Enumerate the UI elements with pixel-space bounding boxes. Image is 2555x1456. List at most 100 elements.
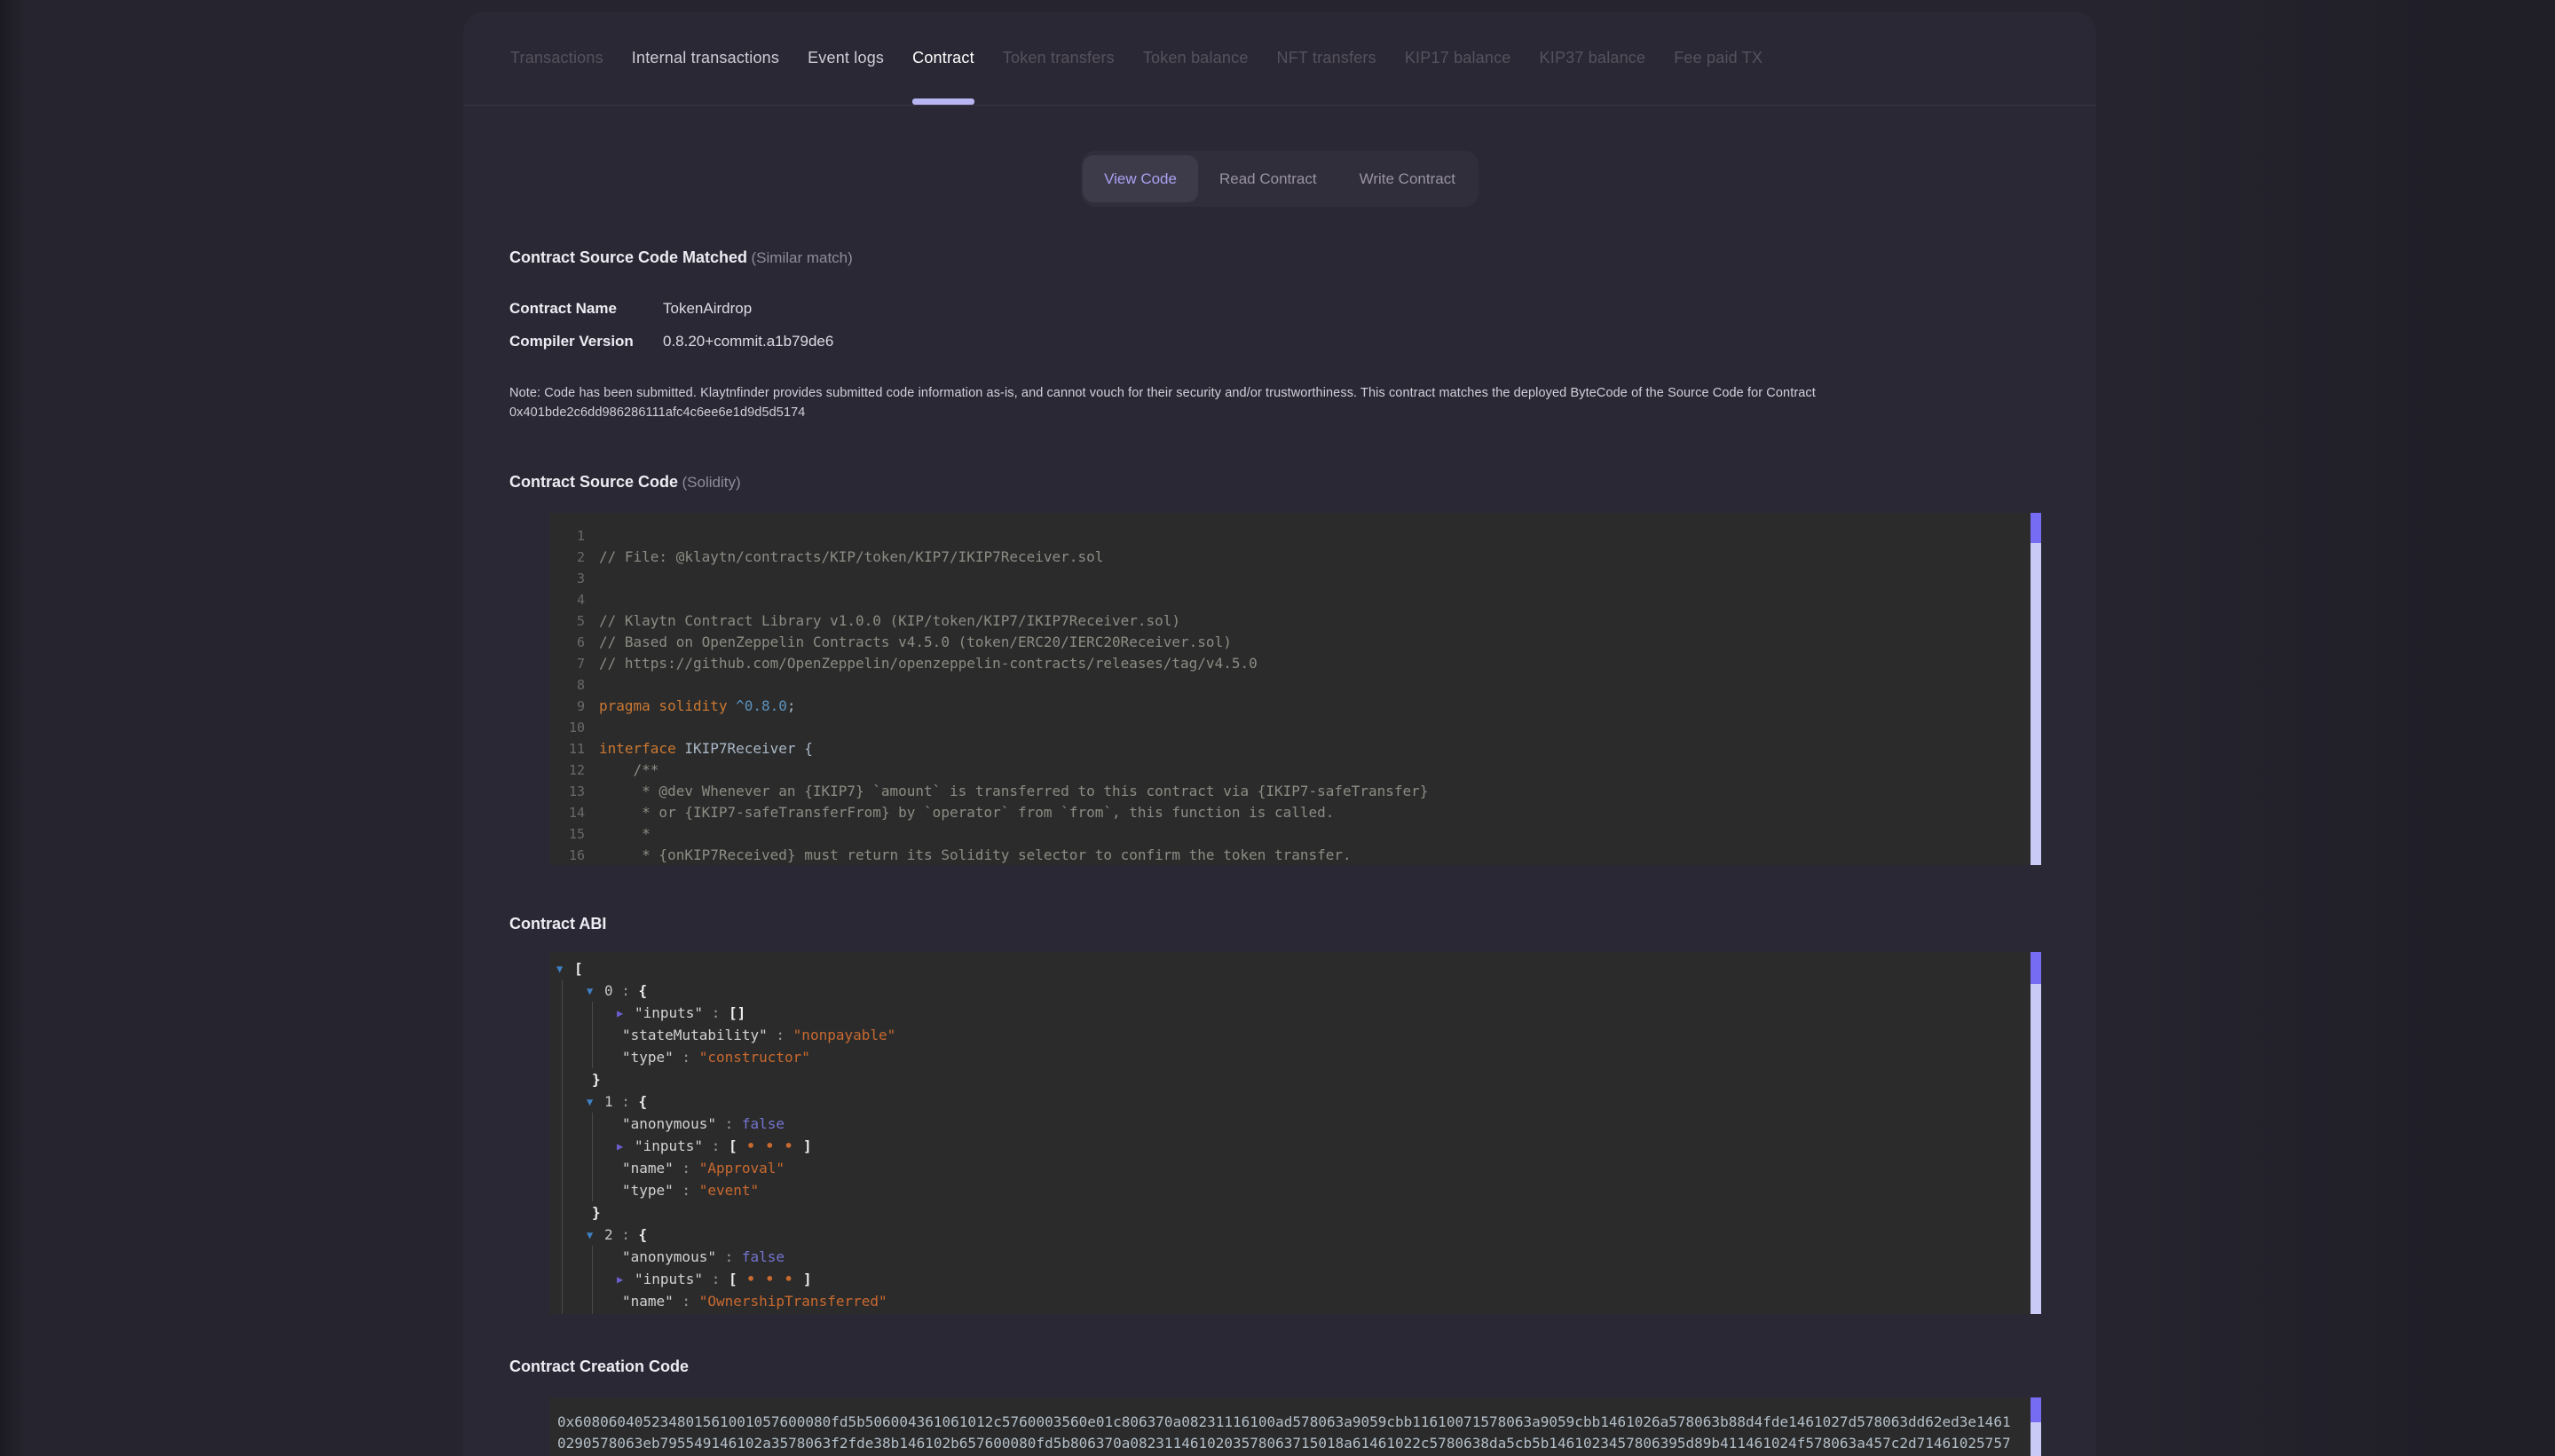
indent-guide <box>592 1312 622 1314</box>
abi-row: "anonymous" : false <box>562 1113 2041 1135</box>
code-line: 6// Based on OpenZeppelin Contracts v4.5… <box>560 632 2041 653</box>
abi-row: } <box>562 1201 2041 1224</box>
abi-row-text: "name" : "OwnershipTransferred" <box>622 1293 887 1310</box>
expander-right-icon[interactable]: ▶ <box>617 1007 635 1019</box>
note-address: 0x401bde2c6dd986286111afc4c6ee6e1d9d5d51… <box>509 405 805 420</box>
tab-bar: Transactions Internal transactions Event l… <box>463 12 2096 105</box>
indent-guide <box>592 1157 622 1179</box>
abi-row-text: "anonymous" : false <box>622 1248 785 1265</box>
contract-content: Contract Source Code Matched (Similar ma… <box>463 248 2096 1456</box>
indent-guide <box>562 1135 592 1157</box>
abi-row: ▼[ <box>562 957 2041 980</box>
abi-row-text: 1 : { <box>604 1093 647 1110</box>
code-subtabs: View CodeRead ContractWrite Contract <box>1081 151 1479 207</box>
indent-guide <box>592 1046 622 1068</box>
indent-guide <box>562 1312 592 1314</box>
compiler-version-value: 0.8.20+commit.a1b79de6 <box>663 333 833 350</box>
abi-row: ▼1 : { <box>562 1090 2041 1113</box>
line-number: 5 <box>560 610 585 632</box>
line-text: // https://github.com/OpenZeppelin/openz… <box>599 653 1258 674</box>
indent-guide <box>592 1246 622 1268</box>
source-code-block[interactable]: 12 // File: @klaytn/contracts/KIP/token/K… <box>549 513 2041 865</box>
abi-row-text: 2 : { <box>604 1226 647 1243</box>
line-number: 3 <box>560 568 585 589</box>
indent-guide <box>562 1024 592 1046</box>
indent-guide <box>562 1113 592 1135</box>
subtab-write-contract[interactable]: Write Contract <box>1338 155 1477 202</box>
line-text: // File: @klaytn/contracts/KIP/token/KIP… <box>599 547 1103 568</box>
line-text: * <box>599 823 651 845</box>
abi-row: "anonymous" : false <box>562 1246 2041 1268</box>
contract-panel: Transactions Internal transactions Event l… <box>463 12 2096 1456</box>
source-code-lines: 12 // File: @klaytn/contracts/KIP/token/K… <box>549 513 2041 865</box>
tab-kip37-balance[interactable]: KIP37 balance <box>1540 12 1646 105</box>
tab-divider <box>463 105 2096 106</box>
tab-token-balance[interactable]: Token balance <box>1143 12 1249 105</box>
creation-code-lines: 0x608060405234801561001057600080fd5b5060… <box>549 1397 2041 1456</box>
line-text: pragma solidity ^0.8.0; <box>599 696 796 717</box>
hex-line: 0290578063eb795549146102a3578063f2fde38b… <box>557 1433 2022 1454</box>
tab-kip17-balance[interactable]: KIP17 balance <box>1405 12 1511 105</box>
indent-guide <box>592 1179 622 1201</box>
tab-event-logs[interactable]: Event logs <box>808 12 884 105</box>
source-scrollbar-thumb[interactable] <box>2031 513 2041 543</box>
expander-right-icon[interactable]: ▶ <box>617 1140 635 1153</box>
creation-scrollbar-thumb[interactable] <box>2031 1397 2041 1422</box>
code-line: 1 <box>560 525 2041 547</box>
expander-down-icon[interactable]: ▼ <box>556 963 574 975</box>
tab-contract[interactable]: Contract <box>912 12 974 105</box>
abi-row: "type" : "event" <box>562 1179 2041 1201</box>
subtab-view-code[interactable]: View Code <box>1083 155 1198 202</box>
line-text: // Klaytn Contract Library v1.0.0 (KIP/t… <box>599 610 1180 632</box>
source-scrollbar[interactable] <box>2031 513 2041 865</box>
expander-down-icon[interactable]: ▼ <box>587 985 604 997</box>
tab-token-transfers[interactable]: Token transfers <box>1003 12 1115 105</box>
contract-name-value: TokenAirdrop <box>663 300 752 318</box>
expander-down-icon[interactable]: ▼ <box>587 1229 604 1241</box>
line-number: 14 <box>560 802 585 823</box>
abi-row: } <box>562 1068 2041 1090</box>
indent-guide <box>562 1157 592 1179</box>
line-number: 2 <box>560 547 585 568</box>
abi-scrollbar[interactable] <box>2031 952 2041 1314</box>
code-line: 10 <box>560 717 2041 738</box>
abi-title-text: Contract ABI <box>509 915 606 933</box>
tab-internal-transactions[interactable]: Internal transactions <box>632 12 779 105</box>
code-line: 15 * <box>560 823 2041 845</box>
tab-nft-transfers[interactable]: NFT transfers <box>1277 12 1376 105</box>
indent-guide <box>562 1290 592 1312</box>
abi-row: "name" : "Approval" <box>562 1157 2041 1179</box>
line-number: 16 <box>560 845 585 865</box>
matched-row: Contract Source Code Matched (Similar ma… <box>509 248 2050 267</box>
code-line: 13 * @dev Whenever an {IKIP7} `amount` i… <box>560 781 2041 802</box>
subtab-read-contract[interactable]: Read Contract <box>1198 155 1338 202</box>
code-line: 14 * or {IKIP7-safeTransferFrom} by `ope… <box>560 802 2041 823</box>
indent-guide <box>592 1113 622 1135</box>
line-number: 8 <box>560 674 585 696</box>
expander-down-icon[interactable]: ▼ <box>587 1096 604 1108</box>
line-number: 15 <box>560 823 585 845</box>
line-number: 11 <box>560 738 585 759</box>
abi-row: "type" : "event" <box>562 1312 2041 1314</box>
indent-guide <box>592 1290 622 1312</box>
abi-row: ▶"inputs" : [ • • • ] <box>562 1135 2041 1157</box>
code-line: 5 // Klaytn Contract Library v1.0.0 (KIP/… <box>560 610 2041 632</box>
source-code-title: Contract Source Code (Solidity) <box>509 473 2050 492</box>
expander-right-icon[interactable]: ▶ <box>617 1273 635 1286</box>
abi-block[interactable]: ▼[▼0 : {▶"inputs" : []"stateMutability" … <box>549 952 2041 1314</box>
code-line: 9pragma solidity ^0.8.0; <box>560 696 2041 717</box>
abi-row: ▶"inputs" : [ • • • ] <box>562 1268 2041 1290</box>
abi-row: ▶"inputs" : [] <box>562 1002 2041 1024</box>
creation-code-block[interactable]: 0x608060405234801561001057600080fd5b5060… <box>549 1397 2041 1456</box>
line-text: // Based on OpenZeppelin Contracts v4.5.… <box>599 632 1232 653</box>
line-number: 10 <box>560 717 585 738</box>
tab-fee-paid-tx[interactable]: Fee paid TX <box>1674 12 1762 105</box>
page-background: Transactions Internal transactions Event l… <box>0 0 2555 1456</box>
abi-row: ▼2 : { <box>562 1224 2041 1246</box>
abi-scrollbar-thumb[interactable] <box>2031 952 2041 984</box>
abi-row-text: "name" : "Approval" <box>622 1160 785 1177</box>
tab-transactions[interactable]: Transactions <box>510 12 603 105</box>
indent-guide <box>562 1179 592 1201</box>
creation-scrollbar[interactable] <box>2031 1397 2041 1456</box>
abi-row: "stateMutability" : "nonpayable" <box>562 1024 2041 1046</box>
